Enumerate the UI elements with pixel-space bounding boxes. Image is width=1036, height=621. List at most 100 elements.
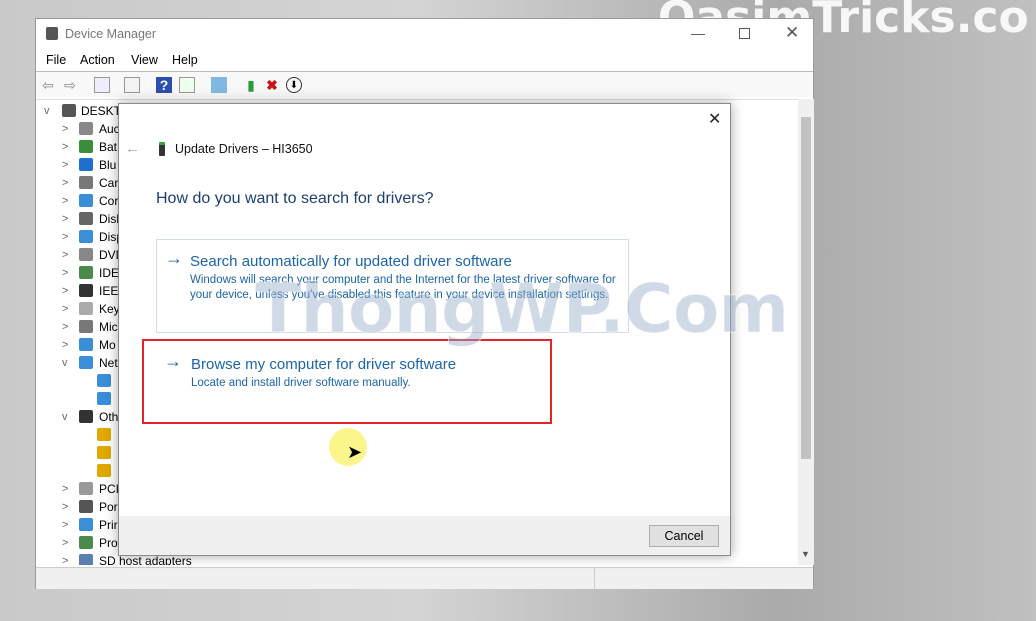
tree-item-label: IDE	[99, 266, 120, 280]
expand-icon[interactable]: >	[62, 534, 72, 552]
scan-hardware-icon[interactable]	[211, 77, 227, 93]
tree-item-label: Car	[99, 176, 119, 190]
collapse-icon[interactable]: v	[44, 102, 54, 120]
back-icon[interactable]: ⇦	[40, 77, 56, 93]
tree-item-label: Mic	[99, 320, 118, 334]
tree-item-label: Por	[99, 500, 118, 514]
maximize-button[interactable]	[739, 28, 750, 39]
device-category-icon	[79, 518, 93, 531]
expand-icon[interactable]: >	[62, 318, 72, 336]
update-driver-icon[interactable]: ▮	[243, 77, 259, 93]
expand-icon[interactable]: >	[62, 228, 72, 246]
device-category-icon	[79, 212, 93, 225]
tree-item-label: Net	[99, 356, 118, 370]
dialog-footer: Cancel	[119, 516, 730, 555]
properties-icon[interactable]	[124, 77, 140, 93]
device-category-icon	[79, 230, 93, 243]
tree-item-label: Pro	[99, 536, 118, 550]
device-category-icon	[79, 302, 93, 315]
show-hide-tree-icon[interactable]	[94, 77, 110, 93]
menu-action[interactable]: Action	[80, 53, 115, 67]
expand-icon[interactable]: >	[62, 174, 72, 192]
device-category-icon	[79, 410, 93, 423]
watermark-thongwp: ThongWP.Com	[254, 270, 789, 350]
toolbar: ⇦ ⇨ ? ▮ ✖ ⬇	[36, 71, 813, 97]
help-icon[interactable]: ?	[156, 77, 172, 93]
show-pane-icon[interactable]	[179, 77, 195, 93]
device-category-icon	[79, 176, 93, 189]
device-category-icon	[97, 446, 111, 459]
disable-icon[interactable]: ⬇	[286, 77, 302, 93]
tree-item-label: Blu	[99, 158, 117, 172]
device-category-icon	[79, 140, 93, 153]
expand-icon[interactable]: >	[62, 498, 72, 516]
menu-file[interactable]: File	[46, 53, 66, 67]
scroll-down-icon[interactable]: ▼	[801, 549, 810, 559]
arrow-right-icon: →	[165, 248, 183, 268]
option-description: Locate and install driver software manua…	[191, 377, 411, 389]
device-category-icon	[79, 320, 93, 333]
device-category-icon	[79, 194, 93, 207]
device-category-icon	[79, 284, 93, 297]
expand-icon[interactable]: >	[62, 264, 72, 282]
expand-icon[interactable]: >	[62, 552, 72, 565]
device-category-icon	[97, 428, 111, 441]
menu-help[interactable]: Help	[172, 53, 198, 67]
tree-item-label: PCI	[99, 482, 120, 496]
tree-item-label: Disl	[99, 212, 119, 226]
device-category-icon	[97, 392, 111, 405]
collapse-icon[interactable]: v	[62, 408, 72, 426]
tree-item-label: Key	[99, 302, 120, 316]
expand-icon[interactable]: >	[62, 480, 72, 498]
back-arrow-icon[interactable]: ←	[125, 140, 140, 157]
expand-icon[interactable]: >	[62, 516, 72, 534]
expand-icon[interactable]: >	[62, 138, 72, 156]
cancel-button[interactable]: Cancel	[649, 525, 719, 547]
expand-icon[interactable]: >	[62, 120, 72, 138]
expand-icon[interactable]: >	[62, 282, 72, 300]
dialog-title: Update Drivers – HI3650	[175, 142, 313, 156]
expand-icon[interactable]: >	[62, 192, 72, 210]
expand-icon[interactable]: >	[62, 300, 72, 318]
status-bar	[36, 567, 813, 589]
tree-item-label: Cor	[99, 194, 119, 208]
menu-view[interactable]: View	[131, 53, 158, 67]
device-category-icon	[79, 482, 93, 495]
dialog-close-button[interactable]: ✕	[708, 109, 721, 129]
device-category-icon	[97, 374, 111, 387]
option-title: Search automatically for updated driver …	[190, 253, 512, 270]
device-category-icon	[79, 122, 93, 135]
expand-icon[interactable]: >	[62, 246, 72, 264]
close-button[interactable]: ✕	[785, 23, 799, 43]
title-bar: Device Manager — ✕	[36, 19, 813, 49]
collapse-icon[interactable]: v	[62, 354, 72, 372]
computer-icon	[62, 104, 76, 117]
browse-computer-option[interactable]: → Browse my computer for driver software…	[142, 339, 552, 424]
vertical-scrollbar[interactable]: ▼	[798, 99, 814, 565]
arrow-right-icon: →	[164, 351, 182, 371]
window-title: Device Manager	[65, 27, 157, 41]
expand-icon[interactable]: >	[62, 210, 72, 228]
device-category-icon	[79, 158, 93, 171]
expand-icon[interactable]: >	[62, 156, 72, 174]
tree-item-label: Auc	[99, 122, 120, 136]
tree-item-label: Oth	[99, 410, 119, 424]
uninstall-icon[interactable]: ✖	[264, 77, 280, 93]
tree-item-label: Bat	[99, 140, 118, 154]
tree-item-label: Mo	[99, 338, 116, 352]
scroll-thumb[interactable]	[801, 117, 811, 459]
expand-icon[interactable]: >	[62, 336, 72, 354]
status-divider	[594, 568, 595, 589]
device-category-icon	[79, 554, 93, 565]
phone-device-icon	[159, 142, 165, 156]
device-category-icon	[79, 248, 93, 261]
device-category-icon	[97, 464, 111, 477]
device-category-icon	[79, 266, 93, 279]
minimize-button[interactable]: —	[691, 25, 705, 41]
device-category-icon	[79, 500, 93, 513]
option-title: Browse my computer for driver software	[191, 356, 457, 373]
forward-icon[interactable]: ⇨	[62, 77, 78, 93]
device-category-icon	[79, 356, 93, 369]
device-manager-icon	[46, 27, 58, 40]
device-category-icon	[79, 338, 93, 351]
